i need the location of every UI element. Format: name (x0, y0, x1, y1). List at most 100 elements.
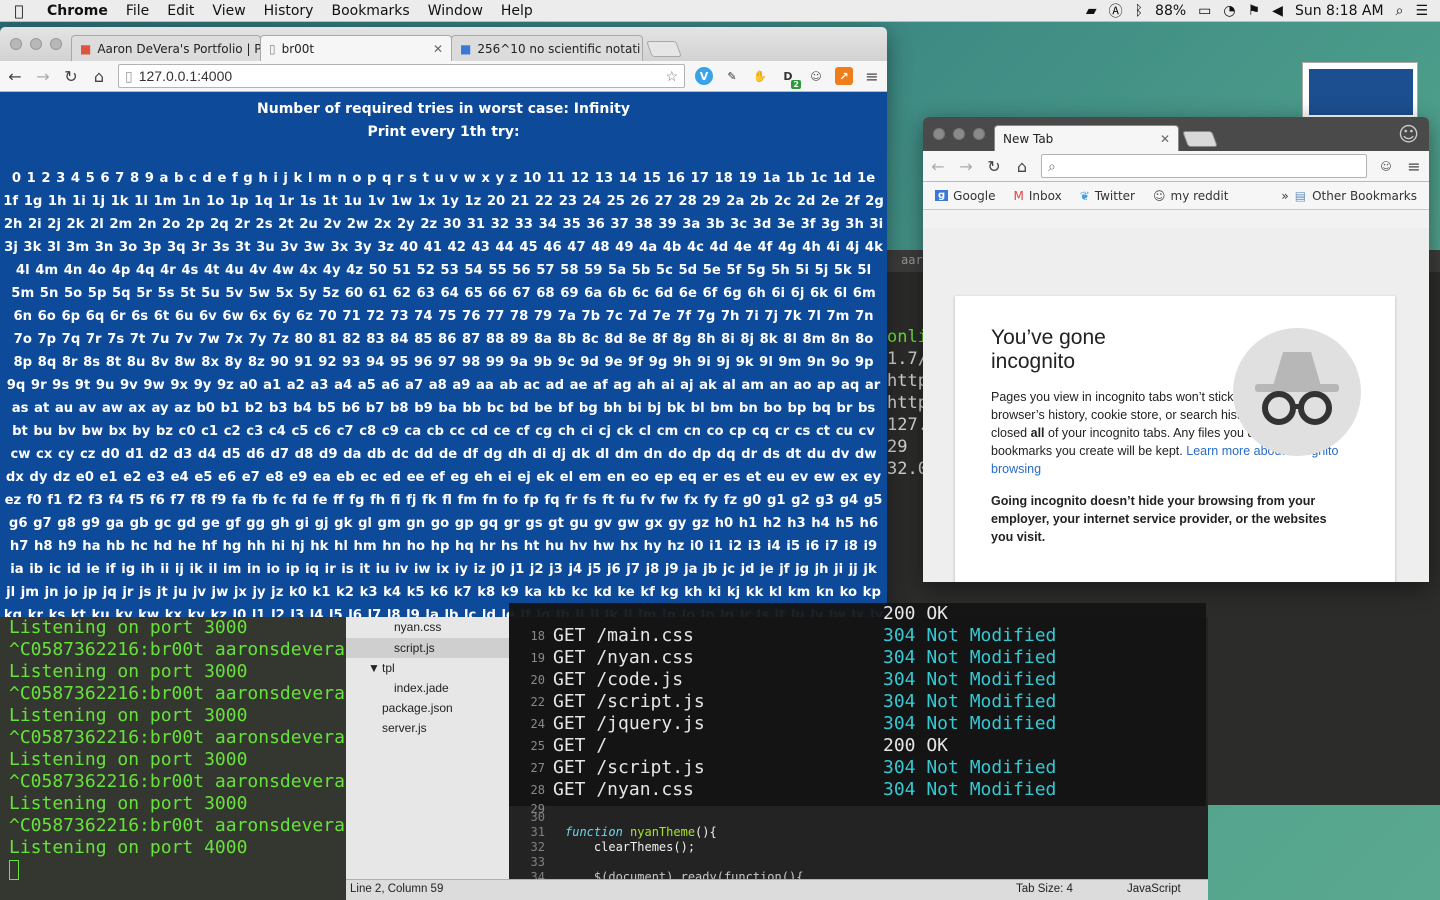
eyedropper-icon[interactable]: ✎ (723, 67, 741, 85)
back-icon[interactable]: ← (929, 157, 947, 176)
log-row: 200 OK (509, 603, 1206, 625)
url-text[interactable]: 127.0.0.1:4000 (139, 68, 232, 84)
back-icon[interactable]: ← (6, 67, 24, 86)
tab-br00t[interactable]: ▯ br00t ✕ (260, 35, 452, 61)
main-toolbar: ← → ↻ ⌂ ▯ 127.0.0.1:4000 ☆ V ✎ ✋ D2 ☺ ↗ … (0, 61, 887, 92)
address-bar[interactable]: ▯ 127.0.0.1:4000 ☆ (118, 64, 685, 88)
bluetooth-icon[interactable]: ᛒ (1135, 3, 1143, 19)
spy-illustration (1255, 352, 1339, 425)
log-line-number: 29 (530, 802, 545, 816)
terminal-cursor (9, 860, 19, 880)
bookmarks-overflow-icon[interactable]: » (1281, 189, 1288, 203)
line-number: 33 (530, 855, 545, 869)
gmail-icon: M (1013, 188, 1024, 203)
code-line: function nyanTheme(){ (565, 825, 717, 839)
battery-percent[interactable]: 88% (1155, 3, 1186, 19)
accessibility-icon[interactable]: Ⓐ (1109, 1, 1123, 21)
extension-d-icon[interactable]: D2 (779, 67, 801, 89)
required-tries-heading: Number of required tries in worst case: … (257, 101, 630, 117)
menu-history[interactable]: History (255, 3, 323, 19)
incognito-address-bar[interactable]: ⌕ (1041, 154, 1367, 178)
syntax-selector[interactable]: JavaScript (1127, 883, 1181, 895)
clock[interactable]: Sun 8:18 AM (1295, 3, 1384, 19)
spotlight-icon[interactable]: ⌕ (1396, 3, 1404, 19)
bookmark-twitter[interactable]: ❦ Twitter (1080, 189, 1135, 203)
new-tab-button[interactable] (646, 41, 682, 57)
log-status: 304 Not Modified (883, 647, 1057, 668)
forward-icon[interactable]: → (957, 157, 975, 176)
zoom-window-button[interactable] (50, 38, 62, 50)
window-controls (923, 128, 995, 140)
terminal-window[interactable]: Listening on port 3000 ^C0587362216:br00… (0, 617, 346, 900)
reload-icon[interactable]: ↻ (62, 67, 80, 86)
file-server-js[interactable]: server.js (382, 721, 427, 735)
ghostery-icon[interactable]: ☺ (807, 67, 825, 85)
terminal-prompt[interactable] (9, 859, 346, 881)
close-tab-icon[interactable]: ✕ (1160, 132, 1170, 146)
line-number: 32 (530, 840, 545, 854)
file-index-jade[interactable]: index.jade (394, 681, 449, 695)
bookmark-star-icon[interactable]: ☆ (665, 68, 678, 85)
home-icon[interactable]: ⌂ (1013, 157, 1031, 176)
menu-file[interactable]: File (117, 3, 158, 19)
menu-edit[interactable]: Edit (158, 3, 203, 19)
home-icon[interactable]: ⌂ (90, 67, 108, 86)
bookmark-google[interactable]: g Google (935, 189, 996, 203)
code-rest: (){ (695, 825, 717, 839)
other-bookmarks[interactable]: Other Bookmarks (1312, 189, 1417, 203)
tab-size-selector[interactable]: Tab Size: 4 (1016, 883, 1073, 895)
hand-icon[interactable]: ✋ (751, 67, 769, 85)
menu-icon[interactable]: ≡ (863, 67, 881, 86)
flag-icon[interactable]: ⚑ (1248, 3, 1261, 19)
wifi-icon[interactable]: ◔ (1223, 3, 1235, 19)
tab-portfolio[interactable]: ■ Aaron DeVera's Portfolio | P ✕ (71, 35, 261, 61)
menu-app-name[interactable]: Chrome (38, 3, 117, 19)
close-window-button[interactable] (10, 38, 22, 50)
volume-icon[interactable]: ◀ (1272, 3, 1283, 19)
log-row: 24 GET /jquery.js 304 Not Modified (509, 713, 1206, 735)
analytics-icon[interactable]: ↗ (835, 67, 853, 85)
bookmark-reddit[interactable]: ☺ my reddit (1153, 189, 1228, 203)
incognito-browser-window: New Tab ✕ ☺ ← → ↻ ⌂ ⌕ ☺ ≡ g Google M Inbox… (923, 117, 1429, 582)
terminal-line: Listening on port 3000 (9, 705, 248, 726)
ghostery-icon[interactable]: ☺ (1377, 157, 1395, 175)
file-package-json[interactable]: package.json (382, 701, 453, 715)
menu-bookmarks[interactable]: Bookmarks (322, 3, 418, 19)
menu-icon[interactable]: ≡ (1405, 157, 1423, 176)
log-row: 18 GET /main.css 304 Not Modified (509, 625, 1206, 647)
extension-v-icon[interactable]: V (695, 67, 713, 85)
minimize-window-button[interactable] (953, 128, 965, 140)
log-request: GET /script.js (553, 757, 705, 778)
menu-window[interactable]: Window (419, 3, 492, 19)
print-every-heading: Print every 1th try: (367, 124, 520, 140)
reload-icon[interactable]: ↻ (985, 157, 1003, 176)
bookmark-inbox[interactable]: M Inbox (1014, 189, 1062, 203)
close-window-button[interactable] (933, 128, 945, 140)
menu-view[interactable]: View (203, 3, 254, 19)
menu-help[interactable]: Help (492, 3, 542, 19)
terminal-line: Listening on port 3000 (9, 661, 248, 682)
log-row: 19 GET /nyan.css 304 Not Modified (509, 647, 1206, 669)
folder-tpl-icon[interactable]: ▼ (368, 661, 380, 675)
notification-icon[interactable]: ▰ (1086, 3, 1097, 19)
minimize-window-button[interactable] (30, 38, 42, 50)
notification-center-icon[interactable]: ☰ (1415, 3, 1428, 19)
file-script-js[interactable]: script.js (394, 641, 435, 655)
folder-tpl[interactable]: tpl (382, 661, 395, 675)
file-nyan-css[interactable]: nyan.css (394, 620, 441, 634)
zoom-window-button[interactable] (973, 128, 985, 140)
server-log: 200 OK 18 GET /main.css 304 Not Modified 1… (509, 603, 1206, 816)
log-request: GET /jquery.js (553, 713, 705, 734)
tab-new-tab[interactable]: New Tab ✕ (994, 125, 1179, 151)
battery-icon[interactable]: ▭ (1198, 3, 1211, 19)
apple-icon[interactable]:  (0, 2, 38, 20)
new-tab-button[interactable] (1182, 131, 1218, 147)
log-line-number: 27 (530, 761, 545, 775)
window-thumbnail[interactable] (1302, 62, 1418, 118)
forward-icon[interactable]: → (34, 67, 52, 86)
close-tab-icon[interactable]: ✕ (433, 42, 443, 56)
tab-google-search[interactable]: ■ 256^10 no scientific notati ✕ (451, 35, 643, 61)
page-favicon-icon: ▯ (269, 41, 276, 56)
log-row: 20 GET /code.js 304 Not Modified (509, 669, 1206, 691)
folder-icon: ▤ (1294, 188, 1307, 203)
